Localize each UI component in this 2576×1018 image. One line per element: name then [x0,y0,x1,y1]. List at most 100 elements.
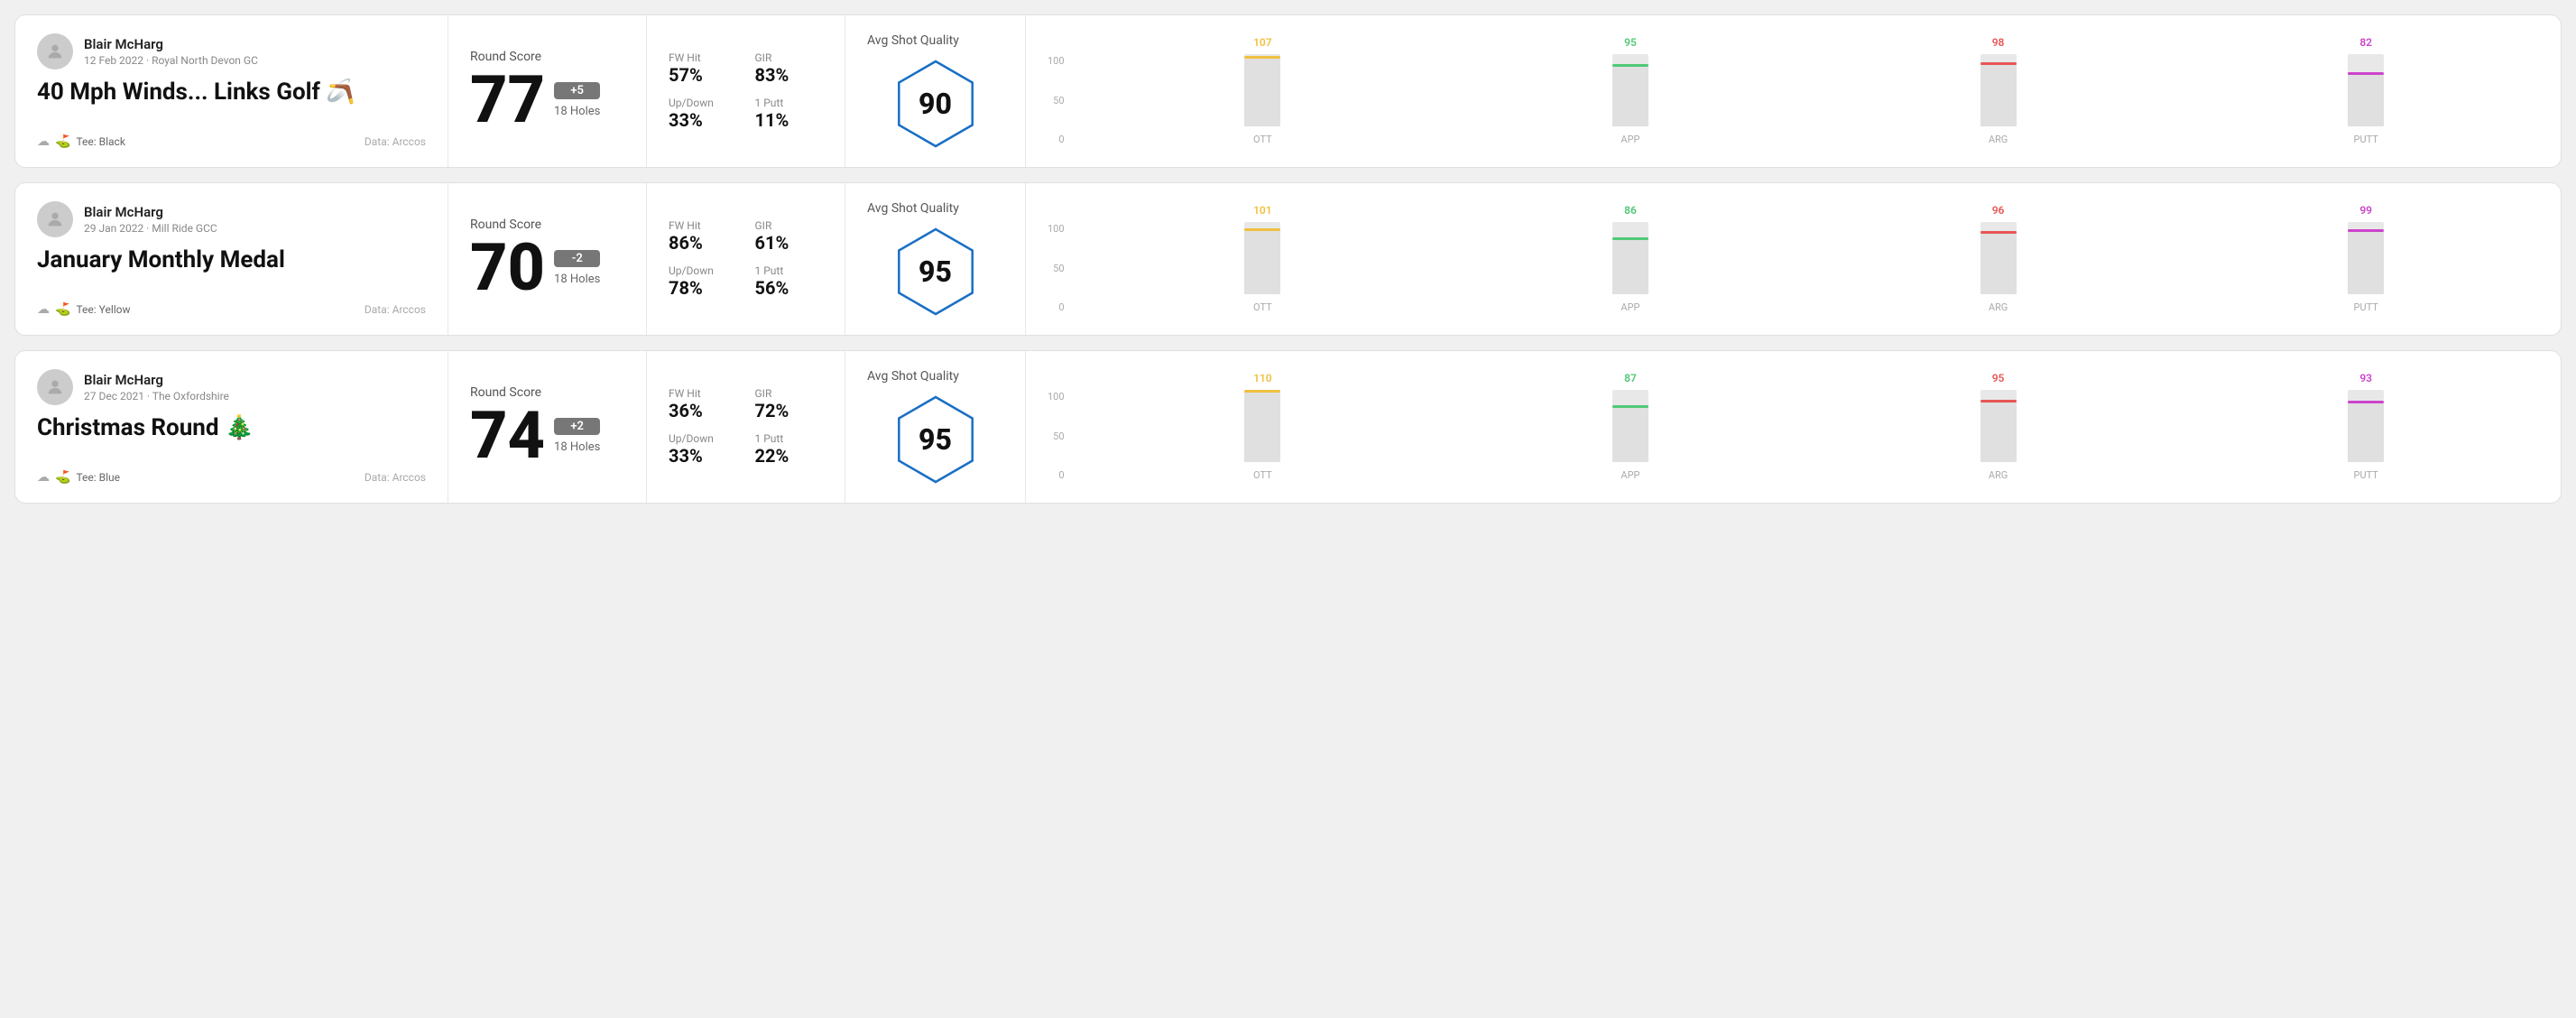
y-axis: 100 50 0 [1048,223,1065,313]
card-footer: ☁ ⛳ Tee: Yellow Data: Arccos [37,302,426,317]
score-row: 77 +5 18 Holes [470,68,624,133]
card-footer: ☁ ⛳ Tee: Black Data: Arccos [37,134,426,149]
oneputt-stat: 1 Putt 11% [755,97,824,131]
updown-value: 33% [669,109,737,131]
bar-bg [1980,400,2017,462]
chart-x-label: PUTT [2354,469,2378,481]
bar-container [1612,54,1648,126]
quality-label: Avg Shot Quality [867,201,959,216]
gir-value: 72% [755,400,824,421]
chart-column: 107 OTT [1090,36,1436,145]
bar-container [1980,54,2017,126]
bar-line [1244,56,1280,59]
fw-hit-label: FW Hit [669,51,737,64]
quality-score: 95 [919,422,952,457]
gir-value: 83% [755,64,824,86]
chart-x-label: APP [1620,134,1639,145]
avatar [37,33,73,69]
score-diff-badge: +5 [554,82,600,99]
score-number: 70 [470,236,545,301]
updown-stat: Up/Down 33% [669,432,737,467]
card-stats: FW Hit 86% GIR 61% Up/Down 78% 1 Putt 56… [647,183,845,335]
tee-info: ☁ ⛳ Tee: Black [37,134,125,149]
bar-line [1244,228,1280,231]
card-chart: 100 50 0 107 OTT 95 APP [1026,15,2561,167]
updown-label: Up/Down [669,97,737,109]
fw-hit-label: FW Hit [669,387,737,400]
chart-columns: 101 OTT 86 APP 96 [1090,204,2539,313]
round-card[interactable]: Blair McHarg 27 Dec 2021 · The Oxfordshi… [14,350,2562,504]
card-quality: Avg Shot Quality 95 [845,351,1026,503]
player-name: Blair McHarg [84,204,217,220]
updown-stat: Up/Down 33% [669,97,737,131]
stats-grid: FW Hit 86% GIR 61% Up/Down 78% 1 Putt 56… [669,219,823,299]
card-left: Blair McHarg 27 Dec 2021 · The Oxfordshi… [15,351,448,503]
updown-stat: Up/Down 78% [669,264,737,299]
chart-columns: 107 OTT 95 APP 98 [1090,36,2539,145]
chart-x-label: OTT [1253,469,1272,481]
gir-stat: GIR 83% [755,51,824,86]
bar-line [2348,401,2384,403]
updown-value: 78% [669,277,737,299]
avatar [37,369,73,405]
bar-container [1612,390,1648,462]
player-name: Blair McHarg [84,372,229,388]
stats-grid: FW Hit 36% GIR 72% Up/Down 33% 1 Putt 22… [669,387,823,467]
round-title: 40 Mph Winds... Links Golf 🪃 [37,79,426,106]
card-chart: 100 50 0 110 OTT 87 APP [1026,351,2561,503]
oneputt-value: 11% [755,109,824,131]
round-card[interactable]: Blair McHarg 29 Jan 2022 · Mill Ride GCC… [14,182,2562,336]
chart-column: 98 ARG [1825,36,2172,145]
fw-hit-label: FW Hit [669,219,737,232]
quality-label: Avg Shot Quality [867,369,959,384]
oneputt-label: 1 Putt [755,264,824,277]
bar-bg [1244,56,1280,126]
player-date-course: 12 Feb 2022 · Royal North Devon GC [84,54,258,67]
chart-x-label: OTT [1253,301,1272,313]
player-header: Blair McHarg 27 Dec 2021 · The Oxfordshi… [37,369,426,405]
player-header: Blair McHarg 12 Feb 2022 · Royal North D… [37,33,426,69]
hexagon-container: 90 [891,59,981,149]
updown-label: Up/Down [669,432,737,445]
bar-container [1244,390,1280,462]
score-number: 77 [470,68,545,133]
bar-line [2348,229,2384,232]
bar-bg [2348,72,2384,126]
chart-x-label: ARG [1989,134,2008,145]
bar-container [2348,390,2384,462]
bar-container [1612,222,1648,294]
bar-container [1244,222,1280,294]
bar-line [1612,64,1648,67]
round-title: Christmas Round 🎄 [37,414,426,441]
bar-bg [1244,390,1280,462]
avatar [37,201,73,237]
oneputt-stat: 1 Putt 22% [755,432,824,467]
score-row: 70 -2 18 Holes [470,236,624,301]
bar-line [1980,231,2017,234]
chart-columns: 110 OTT 87 APP 95 [1090,372,2539,481]
card-left: Blair McHarg 29 Jan 2022 · Mill Ride GCC… [15,183,448,335]
round-title: January Monthly Medal [37,246,426,273]
oneputt-value: 22% [755,445,824,467]
chart-column: 93 PUTT [2193,372,2539,481]
data-source: Data: Arccos [365,303,426,316]
score-badge-area: +5 18 Holes [554,82,600,118]
card-quality: Avg Shot Quality 95 [845,183,1026,335]
data-source: Data: Arccos [365,135,426,148]
card-score: Round Score 74 +2 18 Holes [448,351,647,503]
weather-icon: ☁ [37,470,50,485]
chart-column: 101 OTT [1090,204,1436,313]
oneputt-label: 1 Putt [755,432,824,445]
fw-hit-stat: FW Hit 86% [669,219,737,254]
bar-bg [2348,229,2384,294]
player-date-course: 29 Jan 2022 · Mill Ride GCC [84,222,217,235]
chart-column: 95 ARG [1825,372,2172,481]
oneputt-stat: 1 Putt 56% [755,264,824,299]
round-card[interactable]: Blair McHarg 12 Feb 2022 · Royal North D… [14,14,2562,168]
bar-bg [2348,401,2384,462]
quality-score: 95 [919,255,952,289]
card-quality: Avg Shot Quality 90 [845,15,1026,167]
tee-label: Tee: Blue [76,471,120,484]
holes-text: 18 Holes [554,440,600,454]
player-date-course: 27 Dec 2021 · The Oxfordshire [84,390,229,403]
